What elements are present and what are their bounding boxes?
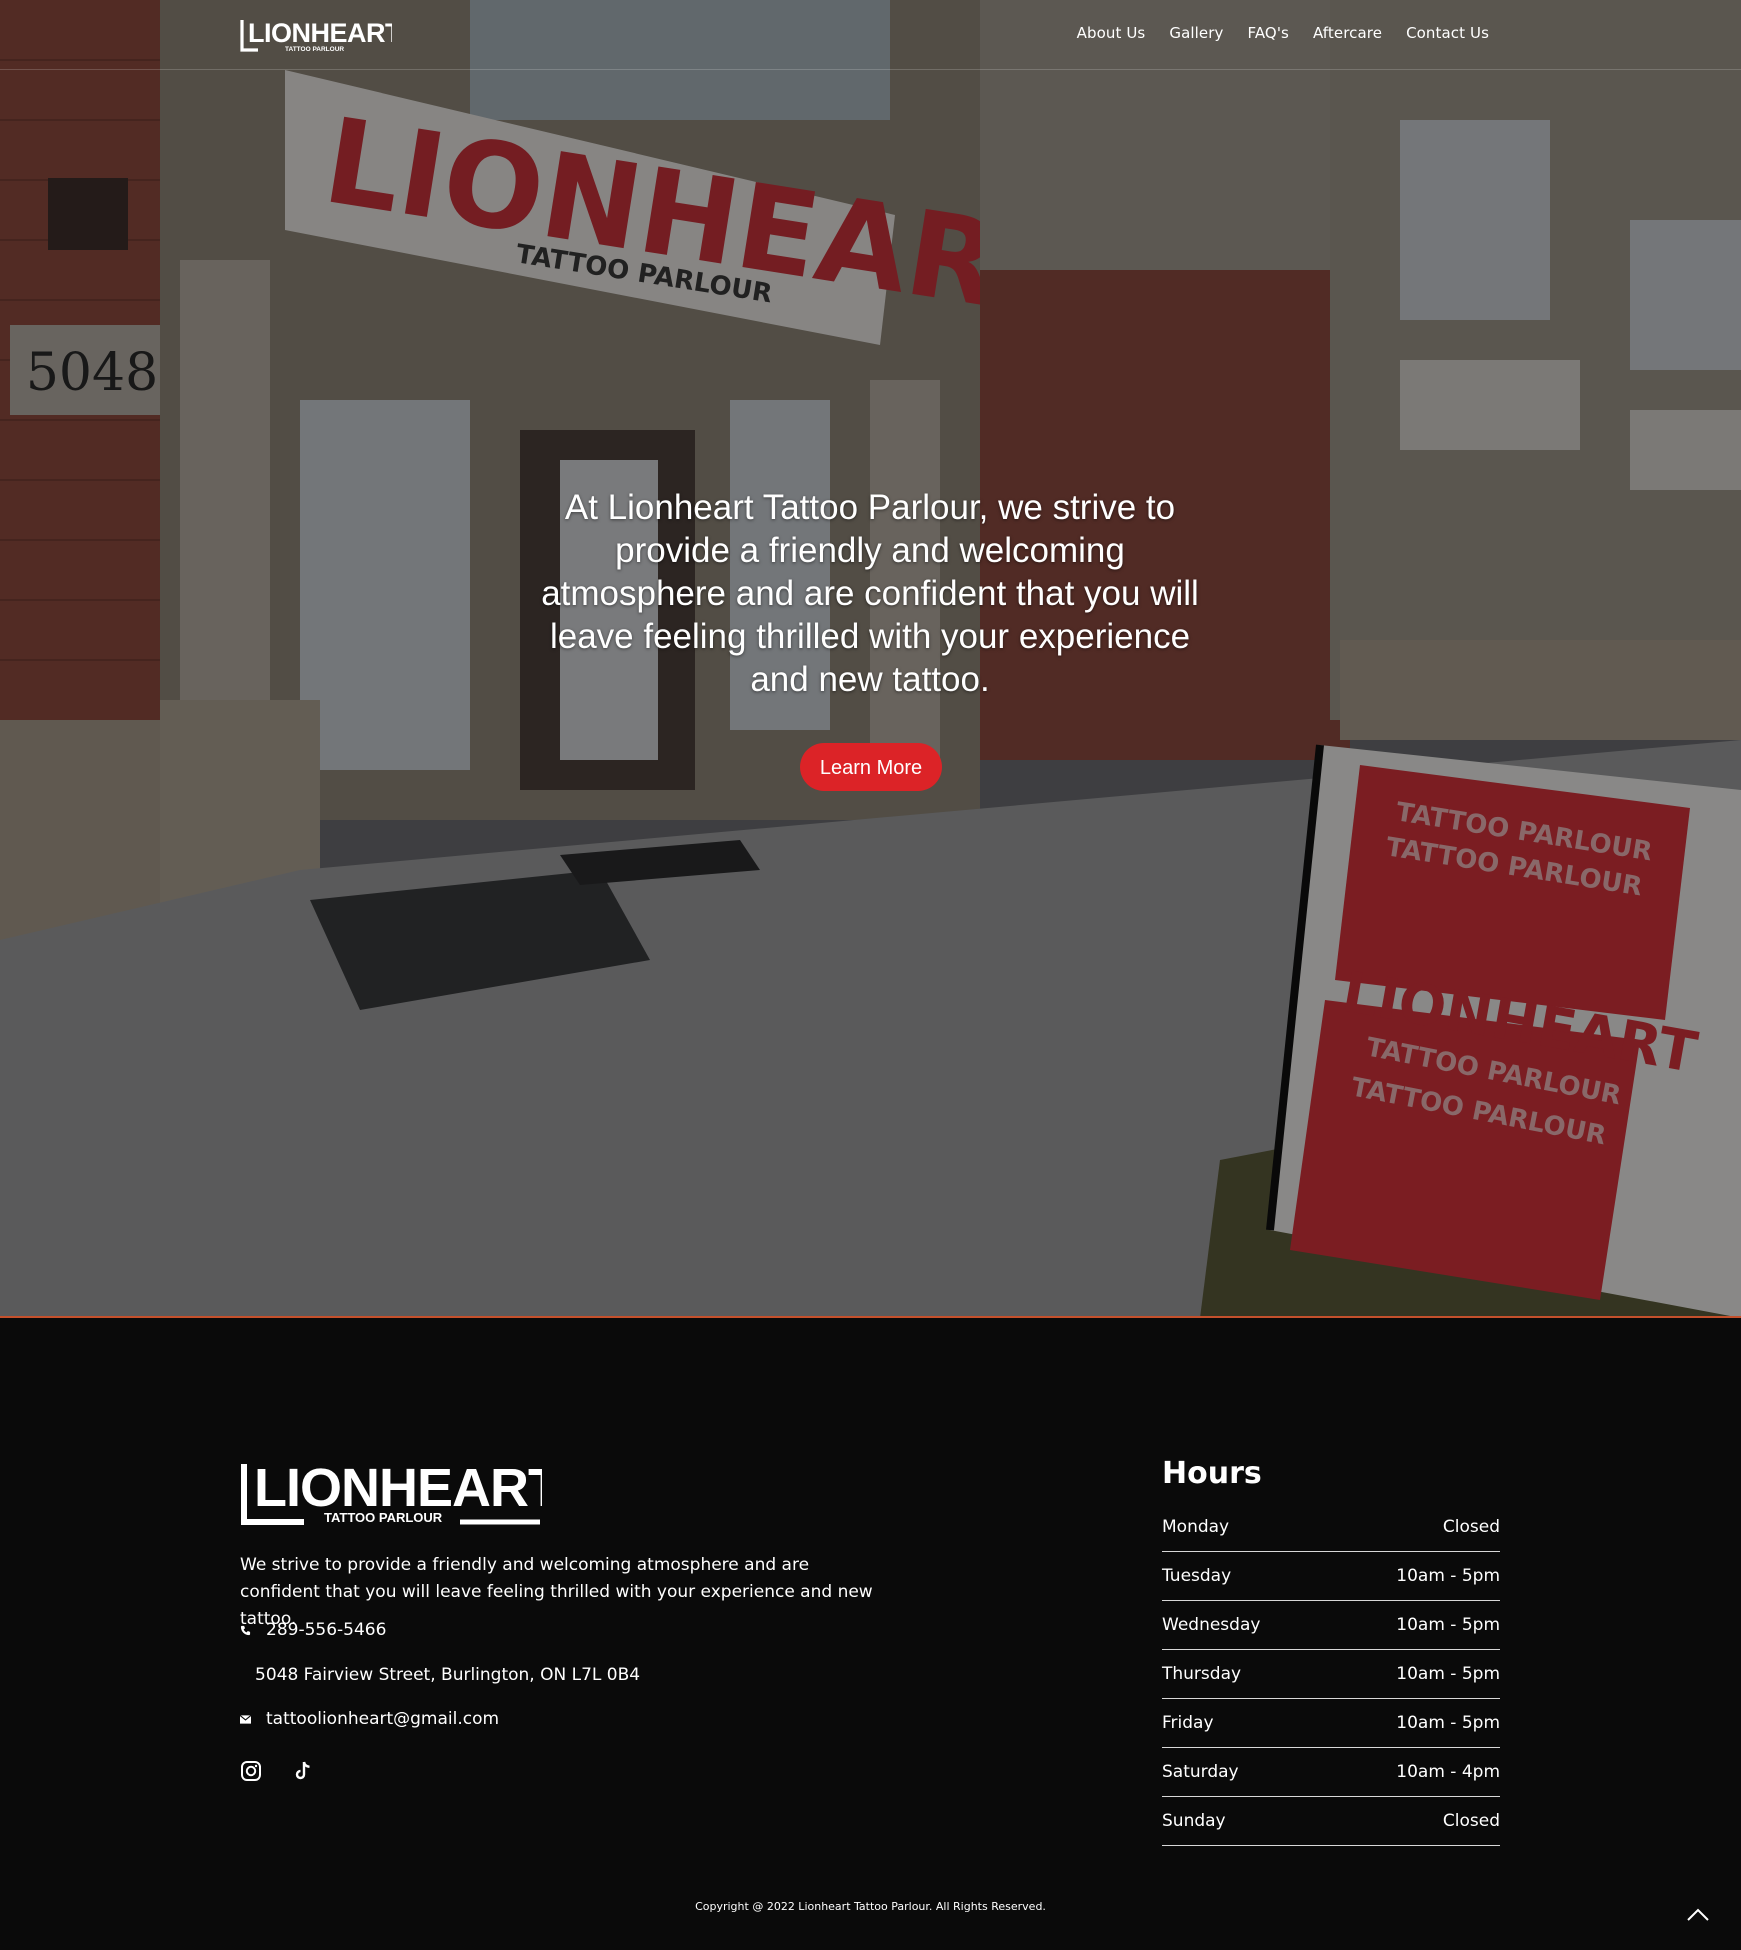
phone-icon [240,1625,266,1636]
hours-row: Tuesday 10am - 5pm [1162,1552,1500,1601]
hours-day: Sunday [1162,1811,1226,1831]
hours-time: 10am - 5pm [1396,1615,1500,1635]
email-address: tattoolionheart@gmail.com [266,1709,500,1729]
social-links [240,1760,314,1782]
hours-title: Hours [1162,1456,1262,1491]
chevron-up-icon[interactable] [1686,1906,1710,1922]
hours-time: 10am - 5pm [1396,1713,1500,1733]
hours-time: 10am - 5pm [1396,1664,1500,1684]
svg-text:TATTOO PARLOUR: TATTOO PARLOUR [324,1510,443,1525]
copyright-text: Copyright @ 2022 Lionheart Tattoo Parlou… [695,1900,1046,1913]
top-navigation-bar: LIONHEART TATTOO PARLOUR About Us Galler… [0,0,1741,70]
hours-panel: Hours Monday Closed Tuesday 10am - 5pm Wed… [1162,1456,1500,1846]
hours-row: Friday 10am - 5pm [1162,1699,1500,1748]
footer-phone[interactable]: 289-556-5466 [240,1620,386,1640]
hours-day: Friday [1162,1713,1214,1733]
hours-row: Saturday 10am - 4pm [1162,1748,1500,1797]
tiktok-icon[interactable] [292,1760,314,1782]
instagram-icon[interactable] [240,1760,262,1782]
svg-text:LIONHEART: LIONHEART [248,18,392,48]
main-nav: About Us Gallery FAQ's Aftercare Contact… [1077,24,1489,42]
hours-day: Wednesday [1162,1615,1261,1635]
site-footer: LIONHEART TATTOO PARLOUR We strive to pr… [0,1318,1741,1950]
phone-number: 289-556-5466 [266,1620,387,1640]
envelope-icon [240,1714,266,1724]
hours-time: 10am - 5pm [1396,1566,1500,1586]
nav-faqs[interactable]: FAQ's [1247,24,1289,42]
hours-row: Sunday Closed [1162,1797,1500,1846]
hours-row: Thursday 10am - 5pm [1162,1650,1500,1699]
address-text: 5048 Fairview Street, Burlington, ON L7L… [255,1665,641,1685]
hours-time: Closed [1442,1517,1500,1537]
hours-row: Monday Closed [1162,1503,1500,1552]
svg-text:TATTOO PARLOUR: TATTOO PARLOUR [285,46,344,53]
hero-headline: At Lionheart Tattoo Parlour, we strive t… [541,488,1199,699]
hours-day: Monday [1162,1517,1230,1537]
footer-email[interactable]: tattoolionheart@gmail.com [240,1709,499,1729]
nav-contact-us[interactable]: Contact Us [1406,24,1489,42]
hours-row: Wednesday 10am - 5pm [1162,1601,1500,1650]
hours-day: Thursday [1162,1664,1242,1684]
hours-time: Closed [1442,1811,1500,1831]
hours-day: Saturday [1162,1762,1239,1782]
nav-aftercare[interactable]: Aftercare [1313,24,1382,42]
nav-gallery[interactable]: Gallery [1169,24,1223,42]
nav-about-us[interactable]: About Us [1077,24,1146,42]
hours-day: Tuesday [1162,1566,1232,1586]
footer-address: 5048 Fairview Street, Burlington, ON L7L… [255,1665,640,1685]
hours-time: 10am - 4pm [1396,1762,1500,1782]
footer-lionheart-logo: LIONHEART TATTOO PARLOUR [241,1460,542,1525]
lionheart-logo[interactable]: LIONHEART TATTOO PARLOUR [240,18,392,54]
learn-more-button[interactable]: Learn More [800,743,942,791]
hero-section: 5048 LIONHEART TATTOO PARLOUR LIONHEART … [0,0,1741,1318]
